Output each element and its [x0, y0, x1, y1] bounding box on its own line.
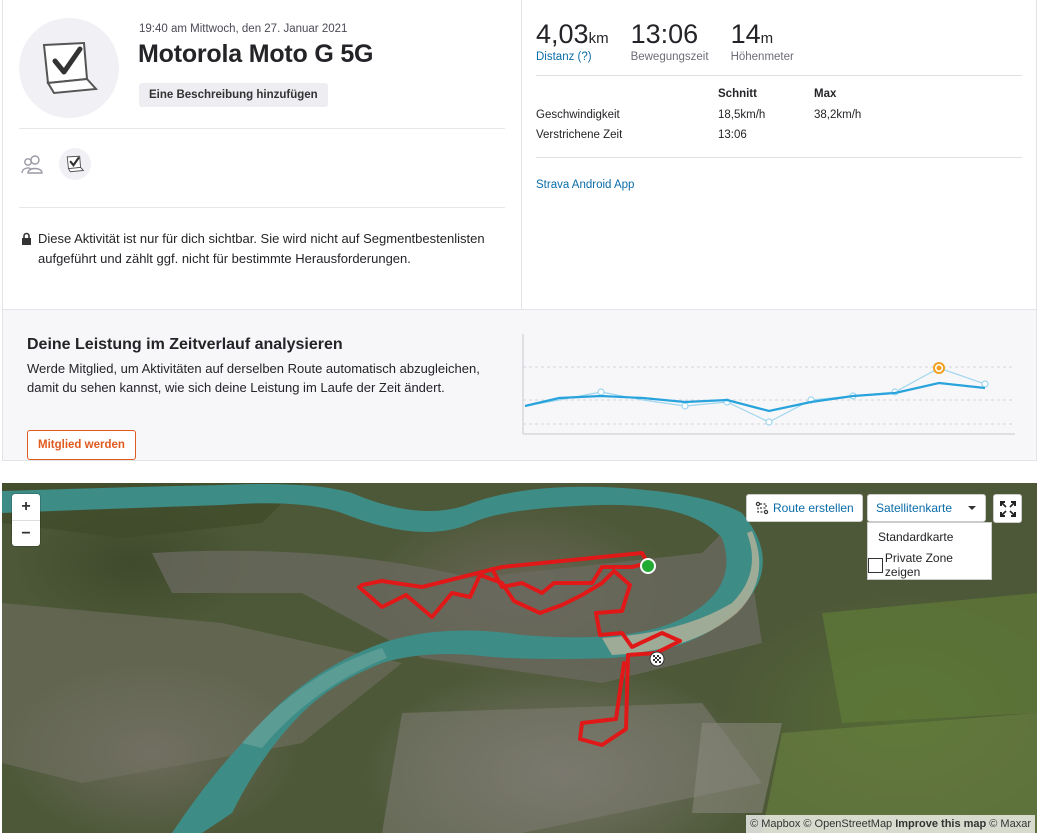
- divider: [19, 207, 505, 208]
- stat-elevation: 14m Höhenmeter: [731, 18, 794, 63]
- private-zone-toggle[interactable]: Private Zone zeigen: [868, 551, 991, 579]
- private-zone-label: Private Zone zeigen: [884, 551, 953, 579]
- menu-item-standard-map[interactable]: Standardkarte: [868, 523, 991, 551]
- row-label: Verstrichene Zeit: [536, 129, 623, 141]
- moving-time-value: 13:06: [630, 19, 699, 49]
- distance-value: 4,03: [536, 19, 589, 49]
- add-description-button[interactable]: Eine Beschreibung hinzufügen: [139, 83, 328, 107]
- stat-moving-time: 13:06 Bewegungszeit: [631, 18, 709, 63]
- table-header: Max: [814, 88, 837, 100]
- trend-point: [597, 388, 605, 396]
- create-route-label: Route erstellen: [773, 501, 854, 515]
- become-member-button[interactable]: Mitglied werden: [27, 430, 136, 460]
- performance-trend-chart: [522, 334, 1015, 435]
- elevation-label: Höhenmeter: [730, 51, 794, 63]
- activity-summary: 19:40 am Mittwoch, den 27. Januar 2021 M…: [3, 0, 522, 309]
- row-max: [814, 126, 1026, 146]
- fullscreen-icon: [999, 500, 1016, 517]
- table-row: Geschwindigkeit 18,5km/h 38,2km/h: [536, 106, 1026, 126]
- table-header: [536, 86, 718, 106]
- map-type-dropdown[interactable]: Satellitenkarte: [867, 494, 986, 522]
- osm-attribution[interactable]: © OpenStreetMap: [803, 818, 892, 830]
- mapbox-attribution[interactable]: © Mapbox: [750, 818, 800, 830]
- distance-label-link[interactable]: Distanz (?): [536, 51, 609, 63]
- private-zone-checkbox[interactable]: [868, 557, 883, 573]
- row-avg: 13:06: [718, 129, 747, 141]
- map-type-menu: Standardkarte Private Zone zeigen: [867, 522, 992, 580]
- activity-title: Motorola Moto G 5G: [138, 40, 374, 68]
- trend-individual-line: [524, 367, 986, 423]
- trend-points: [597, 380, 989, 426]
- route-builder-icon: [755, 501, 769, 515]
- route-start-marker: [640, 558, 656, 574]
- distance-unit: km: [588, 30, 609, 47]
- stat-distance: 4,03km Distanz (?): [536, 18, 609, 63]
- stats-panel: 4,03km Distanz (?) 13:06 Bewegungszeit 1…: [522, 0, 1036, 309]
- row-label: Geschwindigkeit: [536, 109, 620, 121]
- moving-time-label: Bewegungszeit: [630, 51, 709, 63]
- device-check-icon: [42, 41, 99, 95]
- lock-icon: [22, 232, 31, 245]
- trend-point: [981, 380, 989, 388]
- activity-map[interactable]: + − Route erstellen Satellitenkarte Stan…: [2, 483, 1037, 833]
- trend-highlight-dot: [936, 365, 942, 371]
- device-chip-icon[interactable]: [59, 148, 91, 180]
- row-max: 38,2km/h: [814, 109, 862, 121]
- privacy-notice: Diese Aktivität ist nur für dich sichtba…: [21, 229, 501, 269]
- trend-point: [681, 402, 689, 410]
- table-header-row: Schnitt Max: [536, 86, 1026, 106]
- divider: [19, 128, 505, 129]
- social-row: [19, 148, 91, 180]
- performance-upsell: Deine Leistung im Zeitverlauf analysiere…: [3, 309, 1036, 460]
- table-row: Verstrichene Zeit 13:06: [536, 126, 1026, 146]
- map-type-label: Satellitenkarte: [876, 501, 953, 515]
- activity-card: 19:40 am Mittwoch, den 27. Januar 2021 M…: [2, 0, 1037, 461]
- athletes-icon[interactable]: [19, 150, 47, 178]
- route-finish-marker: [649, 651, 665, 667]
- divider: [536, 75, 1022, 76]
- trend-average-line: [524, 381, 986, 413]
- activity-timestamp: 19:40 am Mittwoch, den 27. Januar 2021: [139, 23, 348, 35]
- elevation-value: 14: [730, 19, 761, 49]
- upsell-title: Deine Leistung im Zeitverlauf analysiere…: [27, 336, 343, 353]
- create-route-button[interactable]: Route erstellen: [746, 494, 863, 522]
- upsell-text: Werde Mitglied, um Aktivitäten auf derse…: [27, 361, 480, 395]
- divider: [536, 157, 1022, 158]
- privacy-text: Diese Aktivität ist nur für dich sichtba…: [38, 231, 485, 266]
- secondary-stats-table: Schnitt Max Geschwindigkeit 18,5km/h 38,…: [536, 86, 1026, 146]
- table-header: Schnitt: [718, 88, 757, 100]
- row-avg: 18,5km/h: [718, 109, 766, 121]
- trend-point: [765, 418, 773, 426]
- device-avatar: [19, 18, 119, 118]
- improve-map-link[interactable]: Improve this map: [895, 818, 986, 830]
- elevation-unit: m: [760, 30, 774, 47]
- map-attribution: © Mapbox © OpenStreetMap Improve this ma…: [746, 815, 1035, 833]
- primary-stats: 4,03km Distanz (?) 13:06 Bewegungszeit 1…: [536, 18, 816, 63]
- device-app-link[interactable]: Strava Android App: [536, 179, 634, 191]
- zoom-control: + −: [12, 494, 40, 546]
- fullscreen-button[interactable]: [993, 494, 1022, 523]
- maxar-attribution[interactable]: © Maxar: [989, 818, 1031, 830]
- zoom-out-button[interactable]: −: [12, 520, 40, 546]
- zoom-in-button[interactable]: +: [12, 494, 40, 520]
- caret-down-icon: [968, 506, 976, 510]
